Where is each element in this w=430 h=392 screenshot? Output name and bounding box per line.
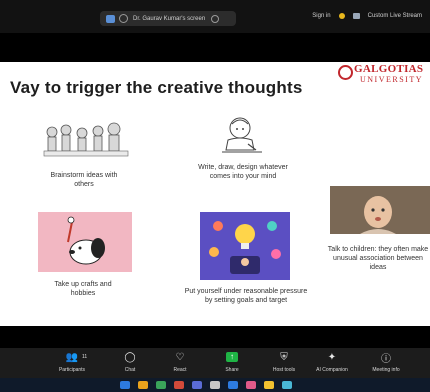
status-dot-icon bbox=[338, 13, 345, 19]
university-logo: GALGOTIAS UNIVERSITY bbox=[338, 62, 424, 90]
top-right-controls: Sign in Custom Live Stream bbox=[312, 13, 422, 19]
chat-label: Chat bbox=[124, 367, 136, 373]
caption-talk-to-children: Talk to children: they often make unusua… bbox=[327, 246, 429, 271]
caption-crafts: Take up crafts and hobbies bbox=[54, 281, 112, 297]
chat-icon: ◯ bbox=[124, 351, 136, 363]
crafts-hobbies-image bbox=[38, 212, 132, 272]
meeting-info-button[interactable]: ⓘ Meeting info bbox=[366, 351, 406, 374]
view-options-icon[interactable] bbox=[211, 14, 220, 23]
logo-text-line2: UNIVERSITY bbox=[360, 75, 423, 84]
letterbox-bottom bbox=[0, 326, 430, 348]
caption-write-draw: Write, draw, design whatever comes into … bbox=[198, 164, 288, 180]
info-icon: ⓘ bbox=[381, 353, 391, 365]
shield-icon: ⛨ bbox=[280, 351, 288, 363]
screen-share-indicator[interactable]: Dr. Gaurav Kumar's screen bbox=[100, 11, 236, 26]
slide-title: Vay to trigger the creative thoughts bbox=[10, 78, 303, 97]
host-tools-button[interactable]: ⛨ Host tools bbox=[264, 351, 304, 374]
child-face-icon bbox=[330, 186, 430, 234]
logo-emblem-icon bbox=[338, 65, 353, 80]
ai-companion-label: AI Companion bbox=[316, 367, 348, 373]
taskbar-app-icon[interactable] bbox=[228, 381, 238, 389]
sparkle-icon: ✦ bbox=[327, 351, 337, 363]
brainstorm-people-illustration bbox=[43, 122, 129, 157]
caption-reasonable-pressure: Put yourself under reasonable pressure b… bbox=[184, 288, 308, 304]
sign-in-link[interactable]: Sign in bbox=[312, 13, 330, 19]
participants-count: 11 bbox=[82, 354, 88, 360]
letterbox-top bbox=[0, 33, 430, 62]
lightbulb-ideas-icon bbox=[209, 221, 281, 274]
react-icon: ♡ bbox=[175, 351, 185, 363]
taskbar-app-icon[interactable] bbox=[210, 381, 220, 389]
shield-icon bbox=[119, 14, 128, 23]
logo-text-line1: GALGOTIAS bbox=[354, 63, 424, 75]
writing-person-illustration bbox=[222, 117, 262, 153]
os-taskbar bbox=[0, 378, 430, 392]
taskbar-app-icon[interactable] bbox=[282, 381, 292, 389]
live-stream-icon bbox=[352, 13, 360, 19]
taskbar-app-icon[interactable] bbox=[138, 381, 148, 389]
react-button[interactable]: ♡ React bbox=[160, 351, 200, 374]
host-tools-label: Host tools bbox=[272, 367, 296, 373]
meeting-toolbar: 👥 Participants 11 ◯ Chat ♡ React ↑ Share… bbox=[0, 348, 430, 378]
share-label: Share bbox=[225, 367, 239, 373]
taskbar-app-icon[interactable] bbox=[246, 381, 256, 389]
taskbar-app-icon[interactable] bbox=[192, 381, 202, 389]
chat-button[interactable]: ◯ Chat bbox=[110, 351, 150, 374]
participants-label: Participants bbox=[58, 367, 86, 373]
meeting-top-bar: Dr. Gaurav Kumar's screen Sign in Custom… bbox=[0, 0, 430, 33]
shared-slide: Vay to trigger the creative thoughts GAL… bbox=[0, 62, 430, 326]
meeting-info-label: Meeting info bbox=[372, 367, 400, 373]
dog-with-pencil-icon bbox=[67, 216, 105, 265]
ideas-goals-image bbox=[200, 212, 290, 280]
ai-companion-button[interactable]: ✦ AI Companion bbox=[312, 351, 352, 374]
taskbar-app-icon[interactable] bbox=[174, 381, 184, 389]
react-label: React bbox=[173, 367, 187, 373]
taskbar-app-icon[interactable] bbox=[120, 381, 130, 389]
custom-live-stream-label[interactable]: Custom Live Stream bbox=[368, 13, 422, 19]
child-photo bbox=[330, 186, 430, 234]
taskbar-app-icon[interactable] bbox=[264, 381, 274, 389]
caption-brainstorm: Brainstorm ideas with others bbox=[50, 172, 118, 188]
share-screen-icon bbox=[106, 14, 115, 23]
host-screen-label: Dr. Gaurav Kumar's screen bbox=[133, 15, 206, 22]
share-screen-up-icon: ↑ bbox=[226, 351, 238, 363]
participants-icon: 👥 bbox=[65, 351, 79, 363]
share-button[interactable]: ↑ Share bbox=[212, 351, 252, 373]
taskbar-app-icon[interactable] bbox=[156, 381, 166, 389]
